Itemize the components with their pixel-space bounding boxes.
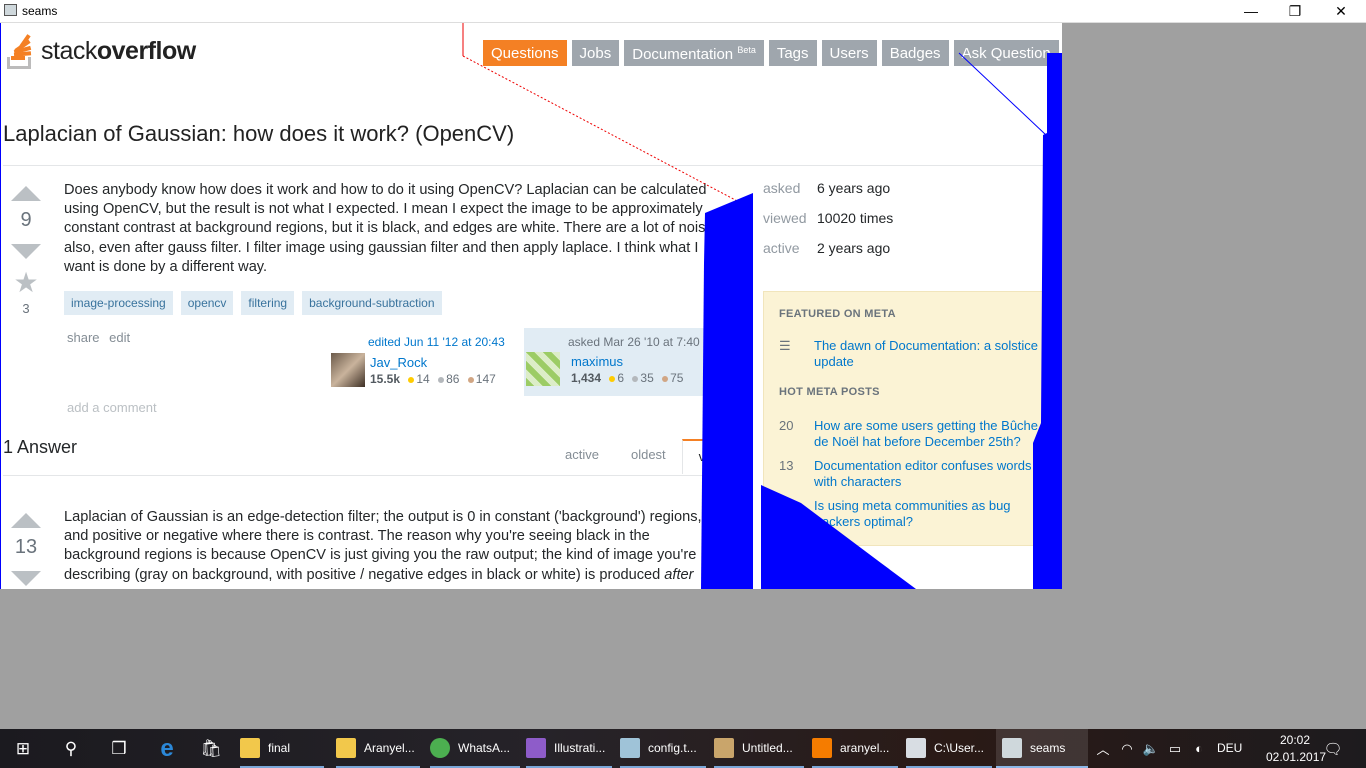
task-view-icon[interactable]: ❒ [96, 729, 142, 768]
notifications-icon[interactable]: 🗨 [1318, 729, 1348, 768]
language-indicator[interactable]: DEU [1217, 741, 1242, 755]
search-icon[interactable]: ⚲ [48, 729, 94, 768]
wifi-icon[interactable]: ◠ [1116, 729, 1138, 768]
empty-window-area [1062, 23, 1366, 729]
taskbar-app-visual-studio[interactable]: Illustrati... [526, 729, 612, 768]
taskbar-app-seams[interactable]: seams [996, 729, 1088, 768]
taskbar-app-notepad[interactable]: config.t... [620, 729, 706, 768]
restore-button[interactable]: ❐ [1272, 0, 1318, 23]
minimize-button[interactable]: — [1228, 0, 1274, 23]
window-titlebar: seams — ❐ ✕ [0, 0, 1366, 23]
taskbar-app-vlc[interactable]: aranyel... [812, 729, 898, 768]
taskbar-app-console[interactable]: C:\User... [906, 729, 992, 768]
page-canvas: stackoverflow Questions Jobs Documentati… [0, 23, 1062, 589]
taskbar-app-aranyel-folder[interactable]: Aranyel... [336, 729, 420, 768]
weather-icon[interactable]: ◐ [1188, 729, 1210, 768]
start-windows-icon[interactable]: ⊞ [0, 729, 46, 768]
tray-chevron-icon[interactable]: ︿ [1092, 729, 1114, 768]
store-icon[interactable]: 🛍 [188, 729, 234, 768]
edge-browser-icon[interactable]: e [144, 729, 190, 768]
clock-time[interactable]: 20:02 [1280, 733, 1310, 747]
battery-icon[interactable]: ▭ [1164, 729, 1186, 768]
empty-window-area-bottom [0, 589, 1062, 729]
taskbar-app-paint[interactable]: Untitled... [714, 729, 804, 768]
seam-artifacts [462, 23, 1062, 589]
windows-taskbar: ⊞ ⚲ ❒ e 🛍 final Aranyel... WhatsA... Ill… [0, 729, 1366, 768]
window-title: seams [22, 4, 58, 18]
volume-icon[interactable]: 🔈 [1140, 729, 1162, 768]
taskbar-app-chrome[interactable]: WhatsA... [430, 729, 520, 768]
taskbar-app-final[interactable]: final [240, 729, 324, 768]
app-icon [4, 4, 17, 16]
close-button[interactable]: ✕ [1318, 0, 1364, 23]
